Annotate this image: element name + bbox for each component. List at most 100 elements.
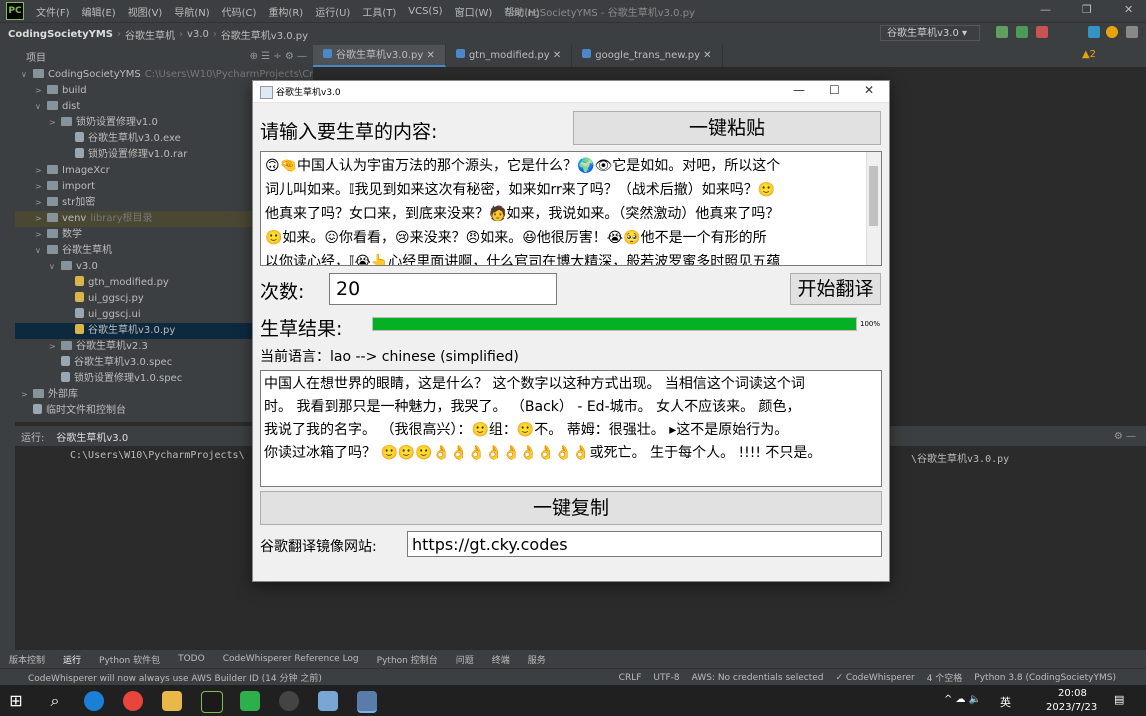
search-icon[interactable]: [1126, 26, 1138, 38]
chevron-right-icon[interactable]: >: [49, 115, 61, 131]
status-interpreter[interactable]: Python 3.8 (CodingSocietyYMS): [968, 673, 1146, 683]
menu-refactor[interactable]: 重构(R): [262, 4, 309, 19]
notification-icon[interactable]: ▤: [1114, 693, 1124, 706]
tool-python-console[interactable]: Python 控制台: [368, 653, 447, 666]
tool-todo[interactable]: TODO: [169, 654, 214, 664]
status-codewhisperer[interactable]: ✓ CodeWhisperer: [829, 673, 920, 683]
menu-code[interactable]: 代码(C): [216, 4, 263, 19]
chevron-right-icon[interactable]: >: [49, 339, 61, 355]
tree-item-label: 锁奶设置修理v1.0.rar: [88, 149, 188, 160]
status-aws[interactable]: AWS: No credentials selected: [686, 673, 830, 683]
project-label[interactable]: 项目: [0, 49, 52, 64]
python-app-taskbar-icon[interactable]: [357, 691, 377, 713]
dialog-minimize-icon[interactable]: —: [793, 83, 805, 97]
breadcrumb-file[interactable]: 谷歌生草机v3.0.py: [217, 27, 312, 42]
close-icon[interactable]: ✕: [1124, 3, 1133, 16]
chrome-icon[interactable]: [123, 691, 143, 711]
progress-percent: 100%: [860, 320, 881, 328]
tool-version-control[interactable]: 版本控制: [0, 653, 54, 666]
maximize-icon[interactable]: ❐: [1082, 3, 1092, 16]
chevron-down-icon[interactable]: ∨: [35, 99, 47, 115]
output-line: 中国人在想世界的眼睛，这是什么？ 这个数字以这种方式出现。 当相信这个词读这个词: [264, 376, 805, 392]
folder-icon: [47, 213, 58, 222]
chevron-right-icon[interactable]: >: [35, 163, 47, 179]
clock-time[interactable]: 20:08: [1058, 688, 1087, 699]
tool-services[interactable]: 服务: [519, 653, 555, 666]
paste-button[interactable]: 一键粘贴: [573, 111, 881, 145]
warnings-indicator[interactable]: ▲2: [1082, 45, 1146, 67]
app-taskbar-icon[interactable]: [240, 691, 260, 711]
folder-icon: [61, 117, 72, 126]
menu-vcs[interactable]: VCS(S): [402, 6, 448, 17]
run-panel-settings-icon[interactable]: ⚙ —: [1114, 431, 1146, 442]
input-textarea[interactable]: 🙃🤏中国人认为宇宙万法的那个源头，它是什么？🌍👁它是如如。对吧，所以这个 词儿叫…: [260, 151, 882, 266]
console-output-tail: \谷歌生草机v3.0.py: [911, 454, 1010, 465]
tab-main-file[interactable]: 谷歌生草机v3.0.py ✕: [313, 45, 446, 67]
menu-window[interactable]: 窗口(W): [449, 4, 499, 19]
dialog-maximize-icon[interactable]: ☐: [829, 83, 840, 97]
ime-indicator[interactable]: 英: [1000, 694, 1011, 710]
dialog-close-icon[interactable]: ✕: [864, 83, 874, 97]
menu-view[interactable]: 视图(V): [122, 4, 169, 19]
tool-codewhisperer-log[interactable]: CodeWhisperer Reference Log: [214, 654, 368, 664]
rerun-icon[interactable]: [996, 26, 1008, 38]
tree-item-label: 谷歌生草机v2.3: [76, 341, 148, 352]
input-scrollbar[interactable]: [866, 152, 881, 265]
edge-icon[interactable]: [84, 691, 104, 711]
tray-icons[interactable]: ^ ☁ 🔈: [944, 694, 981, 705]
tab-google-trans-new[interactable]: google_trans_new.py ✕: [572, 45, 723, 67]
start-translate-button[interactable]: 开始翻译: [790, 273, 881, 305]
chevron-down-icon[interactable]: ∨: [35, 243, 47, 259]
run-label: 运行:: [21, 432, 45, 444]
notepad-icon[interactable]: [318, 691, 338, 711]
chevron-right-icon[interactable]: >: [35, 195, 47, 211]
breadcrumb-project[interactable]: CodingSocietyYMS: [0, 29, 117, 40]
clock-date[interactable]: 2023/7/23: [1046, 702, 1097, 713]
status-line-sep[interactable]: CRLF: [613, 673, 648, 683]
tool-problems[interactable]: 问题: [447, 653, 483, 666]
tool-run[interactable]: 运行: [54, 653, 90, 666]
minimize-icon[interactable]: —: [1040, 3, 1051, 16]
current-language: 当前语言：lao --> chinese (simplified): [260, 349, 519, 365]
breadcrumb-subfolder[interactable]: v3.0: [183, 29, 213, 40]
chevron-right-icon[interactable]: >: [35, 211, 47, 227]
chevron-right-icon[interactable]: >: [35, 179, 47, 195]
tree-item-label: 谷歌生草机v3.0.spec: [74, 357, 173, 368]
python-file-icon: [75, 292, 84, 302]
chevron-down-icon[interactable]: ∨: [21, 67, 33, 83]
tool-terminal[interactable]: 终端: [483, 653, 519, 666]
status-message[interactable]: CodeWhisperer will now always use AWS Bu…: [0, 671, 322, 684]
status-indent[interactable]: 4 个空格: [921, 671, 969, 684]
pycharm-taskbar-icon[interactable]: [201, 691, 223, 713]
dialog-titlebar: 谷歌生草机v3.0 — ☐ ✕: [253, 81, 889, 103]
scrollbar-thumb[interactable]: [869, 166, 878, 226]
tab-gtn-modified[interactable]: gtn_modified.py ✕: [446, 45, 573, 67]
stop-icon[interactable]: [1036, 26, 1048, 38]
breadcrumb-folder[interactable]: 谷歌生草机: [121, 27, 179, 42]
menu-file[interactable]: 文件(F): [30, 4, 76, 19]
file-explorer-icon[interactable]: [162, 691, 182, 711]
run-icon[interactable]: [1016, 26, 1028, 38]
menu-navigate[interactable]: 导航(N): [168, 4, 215, 19]
panel-tools-icon[interactable]: ⊕ ☰ ÷ ⚙ —: [244, 51, 313, 62]
run-config-select[interactable]: 谷歌生草机v3.0 ▾: [880, 25, 980, 41]
chevron-right-icon[interactable]: >: [35, 227, 47, 243]
tool-python-packages[interactable]: Python 软件包: [90, 653, 169, 666]
count-input[interactable]: [329, 273, 557, 305]
search-taskbar-icon[interactable]: ⌕: [45, 691, 65, 711]
output-textarea[interactable]: 中国人在想世界的眼睛，这是什么？ 这个数字以这种方式出现。 当相信这个词读这个词…: [260, 370, 882, 487]
menu-tools[interactable]: 工具(T): [356, 4, 402, 19]
copy-button[interactable]: 一键复制: [260, 491, 882, 525]
windows-start-icon[interactable]: ⊞: [6, 691, 26, 711]
run-tab[interactable]: 谷歌生草机v3.0: [50, 429, 134, 444]
status-encoding[interactable]: UTF-8: [647, 673, 685, 683]
chevron-right-icon[interactable]: >: [35, 83, 47, 99]
menu-run[interactable]: 运行(U): [309, 4, 356, 19]
chevron-down-icon[interactable]: ∨: [49, 259, 61, 275]
menu-edit[interactable]: 编辑(E): [76, 4, 122, 19]
update-icon[interactable]: [1106, 26, 1118, 38]
obs-icon[interactable]: [279, 691, 299, 711]
mirror-url-input[interactable]: [407, 531, 882, 557]
translate-icon[interactable]: [1088, 26, 1100, 38]
chevron-right-icon[interactable]: >: [21, 387, 33, 403]
